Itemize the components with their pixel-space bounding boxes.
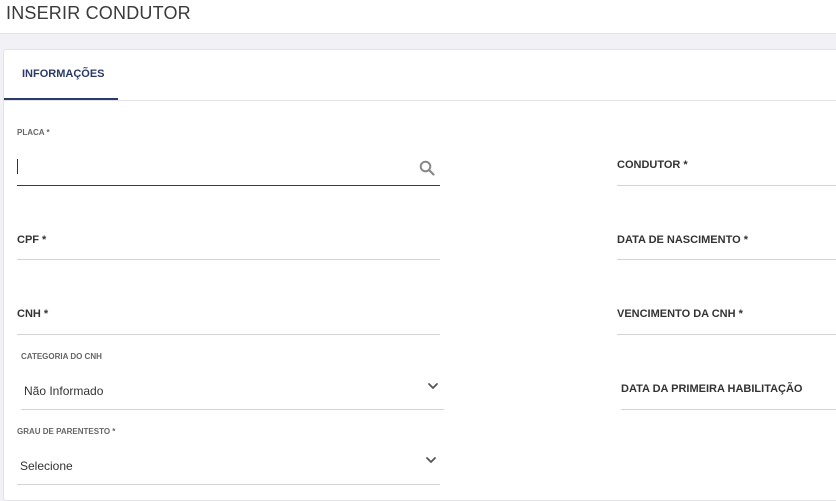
data-primeira-habilitacao-input[interactable] <box>621 396 836 409</box>
cnh-underline <box>17 334 440 335</box>
cnh-label: CNH * <box>17 308 49 320</box>
data-nascimento-input[interactable] <box>617 246 836 259</box>
tab-bar: INFORMAÇÕES <box>4 50 836 101</box>
cpf-underline <box>17 259 440 260</box>
categoria-cnh-select[interactable]: Não Informado <box>21 374 444 408</box>
grau-parentesto-select[interactable]: Selecione <box>17 449 440 483</box>
categoria-cnh-underline <box>21 409 444 410</box>
placa-underline <box>17 185 440 186</box>
cnh-input[interactable] <box>17 321 440 334</box>
data-primeira-habilitacao-underline <box>621 409 836 410</box>
chevron-down-icon <box>426 457 436 463</box>
data-primeira-habilitacao-label: DATA DA PRIMEIRA HABILITAÇÃO <box>621 383 803 395</box>
tab-informacoes[interactable]: INFORMAÇÕES <box>4 50 118 100</box>
categoria-cnh-label: CATEGORIA DO CNH <box>21 352 102 361</box>
chevron-down-icon <box>428 383 438 389</box>
data-nascimento-underline <box>617 259 836 260</box>
search-icon[interactable] <box>419 160 435 176</box>
form-card: INFORMAÇÕES <box>3 49 836 501</box>
cpf-input[interactable] <box>17 246 440 259</box>
text-caret <box>17 159 18 174</box>
page-title: INSERIR CONDUTOR <box>6 3 191 23</box>
tab-informacoes-label: INFORMAÇÕES <box>22 68 105 80</box>
data-nascimento-label: DATA DE NASCIMENTO * <box>617 234 748 246</box>
placa-label: PLACA * <box>17 128 50 137</box>
page-header: INSERIR CONDUTOR <box>0 0 836 34</box>
vencimento-cnh-underline <box>617 334 836 335</box>
condutor-underline <box>617 185 836 186</box>
grau-parentesto-value: Selecione <box>20 459 73 473</box>
vencimento-cnh-label: VENCIMENTO DA CNH * <box>617 308 743 320</box>
grau-parentesto-label: GRAU DE PARENTESTO * <box>17 427 116 436</box>
placa-input[interactable] <box>17 158 412 178</box>
grau-parentesto-underline <box>17 484 440 485</box>
condutor-input[interactable] <box>617 170 836 184</box>
categoria-cnh-value: Não Informado <box>24 384 104 398</box>
cpf-label: CPF * <box>17 234 47 246</box>
vencimento-cnh-input[interactable] <box>617 321 836 334</box>
